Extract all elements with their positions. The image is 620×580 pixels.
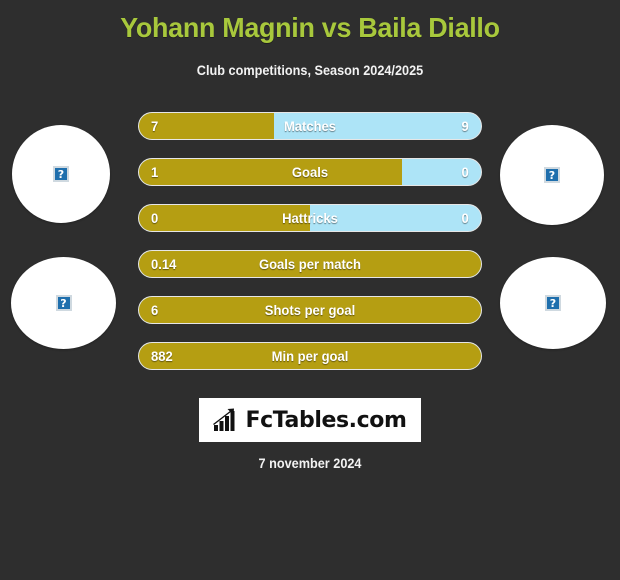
stat-bar-row: 0 Hattricks 0: [138, 204, 482, 232]
stat-bar-row: 6 Shots per goal: [138, 296, 482, 324]
comparison-board: ? ? ? ? 7 Matches 9 1 Goals 0 0 Hattricks 0 0.14 G…: [0, 112, 620, 382]
bar-chart-growth-icon: [213, 408, 235, 431]
page-subtitle: Club competitions, Season 2024/2025: [196, 63, 424, 78]
stat-value-right: 0: [461, 164, 469, 180]
stat-label: Matches: [283, 118, 337, 134]
avatar-right-top: ?: [500, 125, 604, 225]
broken-image-icon: ?: [545, 295, 561, 311]
avatar-left-bottom: ?: [11, 257, 116, 349]
stat-label: Goals: [291, 164, 329, 180]
avatar-left-top: ?: [12, 125, 110, 223]
stat-label: Shots per goal: [264, 302, 356, 318]
avatar-right-bottom: ?: [500, 257, 606, 349]
stat-value-right: 0: [461, 210, 469, 226]
stat-bar-row: 0.14 Goals per match: [138, 250, 482, 278]
stat-bar-row: 7 Matches 9: [138, 112, 482, 140]
stat-label: Goals per match: [258, 256, 362, 272]
broken-image-icon: ?: [53, 166, 69, 182]
stat-label: Min per goal: [271, 348, 349, 364]
stat-label: Hattricks: [282, 210, 338, 226]
broken-image-icon: ?: [55, 295, 72, 311]
fctables-logo: FcTables.com: [199, 398, 421, 442]
report-date: 7 november 2024: [258, 456, 362, 471]
stat-bar-row: 882 Min per goal: [138, 342, 482, 370]
broken-image-icon: ?: [544, 167, 560, 183]
stat-bar-row: 1 Goals 0: [138, 158, 482, 186]
stat-bar-list: 7 Matches 9 1 Goals 0 0 Hattricks 0 0.14 Goals per…: [138, 112, 482, 388]
fctables-logo-text: FcTables.com: [245, 407, 407, 433]
stat-value-right: 9: [461, 118, 469, 134]
page-title: Yohann Magnin vs Baila Diallo: [120, 12, 500, 43]
